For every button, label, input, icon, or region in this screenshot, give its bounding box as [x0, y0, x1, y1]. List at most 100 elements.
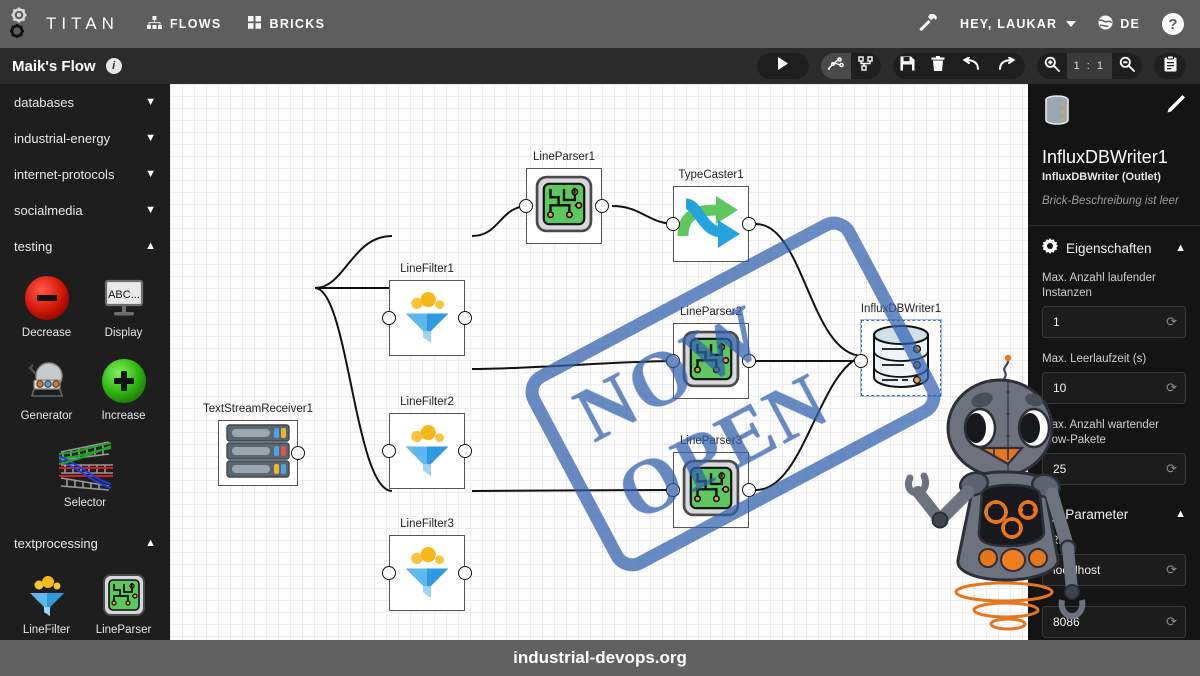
gear-icon	[1042, 238, 1058, 259]
input-port[interactable]	[382, 566, 396, 580]
circuit-board-icon	[98, 569, 150, 621]
refresh-icon[interactable]: ⟳	[1166, 461, 1177, 477]
zoom-in-button[interactable]	[1037, 53, 1067, 79]
sidebar-category-testing[interactable]: testing ▲	[0, 228, 170, 264]
refresh-icon[interactable]: ⟳	[1166, 380, 1177, 396]
node-body[interactable]	[666, 323, 756, 399]
flow-toolbar: Maik's Flow i 1: 1	[0, 48, 1200, 84]
field-value: localhost	[1053, 563, 1101, 577]
input-port[interactable]	[854, 354, 868, 368]
zoom-group: 1 : 1	[1036, 53, 1142, 79]
branch-mode-button[interactable]	[851, 53, 881, 79]
brick-inspector-panel[interactable]: InfluxDBWriter1 InfluxDBWriter (Outlet) …	[1028, 84, 1200, 640]
run-flow-button[interactable]	[756, 53, 809, 79]
output-port[interactable]	[458, 566, 472, 580]
globe-icon	[1098, 15, 1113, 33]
refresh-icon[interactable]: ⟳	[1166, 314, 1177, 330]
input-port[interactable]	[666, 354, 680, 368]
node-TypeCaster1[interactable]: TypeCaster1	[666, 169, 756, 262]
chevron-up-icon: ▲	[145, 239, 156, 252]
section-parameter[interactable]: [ ] Parameter ▲	[1028, 495, 1200, 530]
sidebar-category-databases[interactable]: databases ▼	[0, 84, 170, 120]
node-body[interactable]	[382, 413, 472, 489]
brick-selector[interactable]: Selector	[8, 432, 162, 519]
zoom-out-button[interactable]	[1112, 53, 1142, 79]
brick-generator[interactable]: Generator	[8, 349, 85, 432]
output-port[interactable]	[291, 446, 305, 460]
redo-button[interactable]	[989, 53, 1025, 79]
max-wartende-pakete-input[interactable]: 25 ⟳	[1042, 453, 1186, 485]
sidebar-category-socialmedia[interactable]: socialmedia ▼	[0, 192, 170, 228]
clipboard-button[interactable]	[1154, 53, 1186, 79]
brick-lineparser[interactable]: LineParser	[85, 563, 162, 640]
node-LineParser1[interactable]: LineParser1	[519, 151, 609, 244]
input-port[interactable]	[666, 217, 680, 231]
help-icon[interactable]: ?	[1162, 13, 1184, 35]
node-body[interactable]	[519, 168, 609, 244]
undo-button[interactable]	[953, 53, 989, 79]
sidebar-category-industrial-energy[interactable]: industrial-energy ▼	[0, 120, 170, 156]
brick-decrease[interactable]: Decrease	[8, 266, 85, 349]
node-body[interactable]	[218, 420, 305, 486]
node-LineParser3[interactable]: LineParser3	[666, 435, 756, 528]
node-body[interactable]	[666, 186, 756, 262]
input-port[interactable]	[382, 311, 396, 325]
nav-flows[interactable]: FLOWS	[146, 16, 222, 32]
input-port[interactable]	[519, 199, 533, 213]
url-input[interactable]: localhost ⟳	[1042, 554, 1186, 586]
node-body[interactable]	[382, 280, 472, 356]
circuit-board-icon	[680, 457, 742, 524]
inspector-description: Brick-Beschreibung ist leer	[1042, 195, 1179, 207]
delete-button[interactable]	[923, 53, 953, 79]
max-leerlaufzeit-input[interactable]: 10 ⟳	[1042, 372, 1186, 404]
node-body[interactable]	[666, 452, 756, 528]
output-port[interactable]	[742, 354, 756, 368]
save-button[interactable]	[893, 53, 923, 79]
sidebar-category-textprocessing[interactable]: textprocessing ▲	[0, 525, 170, 561]
section-eigenschaften[interactable]: Eigenschaften ▲	[1028, 226, 1200, 267]
node-body[interactable]	[854, 319, 942, 397]
circuit-board-icon	[533, 173, 595, 240]
hammer-wrench-icon[interactable]	[918, 12, 938, 37]
output-port[interactable]	[595, 199, 609, 213]
node-LineParser2[interactable]: LineParser2	[666, 306, 756, 399]
chevron-down-icon: ▼	[145, 95, 156, 108]
pencil-icon[interactable]	[1167, 94, 1186, 118]
refresh-icon[interactable]: ⟳	[1166, 614, 1177, 630]
input-port[interactable]	[382, 444, 396, 458]
node-body[interactable]	[382, 535, 472, 611]
port-input[interactable]: 8086 ⟳	[1042, 606, 1186, 638]
refresh-icon[interactable]: ⟳	[1166, 562, 1177, 578]
node-LineFilter1[interactable]: LineFilter1	[382, 263, 472, 356]
node-TextStreamReceiver1[interactable]: TextStreamReceiver1	[203, 403, 313, 486]
info-icon[interactable]: i	[105, 58, 122, 74]
brick-linefilter[interactable]: LineFilter	[8, 563, 85, 640]
output-port[interactable]	[742, 217, 756, 231]
max-instanzen-input[interactable]: 1 ⟳	[1042, 306, 1186, 338]
nav-bricks[interactable]: BRICKS	[247, 16, 326, 32]
node-InfluxDBWriter1[interactable]: InfluxDBWriter1	[854, 303, 942, 397]
edit-mode-button[interactable]	[820, 53, 851, 79]
svg-text:ABC...: ABC...	[108, 289, 140, 301]
language-switcher[interactable]: DE	[1098, 15, 1140, 33]
primary-nav: FLOWS BRICKS	[146, 16, 326, 32]
output-port[interactable]	[458, 311, 472, 325]
output-port[interactable]	[458, 444, 472, 458]
testing-brick-grid: Decrease ABC... Display Generator Increa…	[0, 264, 170, 525]
brackets-icon: [ ]	[1042, 507, 1058, 522]
railway-switch-icon	[47, 438, 123, 494]
sidebar-category-internet-protocols[interactable]: internet-protocols ▼	[0, 156, 170, 192]
flow-canvas[interactable]: TextStreamReceiver1 LineFilter1 LineFilt…	[170, 84, 1028, 640]
brick-library-sidebar[interactable]: databases ▼ industrial-energy ▼ internet…	[0, 84, 170, 640]
node-LineFilter3[interactable]: LineFilter3	[382, 518, 472, 611]
output-port[interactable]	[742, 483, 756, 497]
chevron-up-icon: ▲	[145, 536, 156, 549]
brick-display[interactable]: ABC... Display	[85, 266, 162, 349]
brick-label: Decrease	[21, 327, 72, 339]
user-menu[interactable]: HEY, LAUKAR	[960, 17, 1077, 31]
footer-text: industrial-devops.org	[513, 648, 687, 667]
zoom-level-label[interactable]: 1 : 1	[1066, 53, 1112, 79]
input-port[interactable]	[666, 483, 680, 497]
brick-increase[interactable]: Increase	[85, 349, 162, 432]
node-LineFilter2[interactable]: LineFilter2	[382, 396, 472, 489]
